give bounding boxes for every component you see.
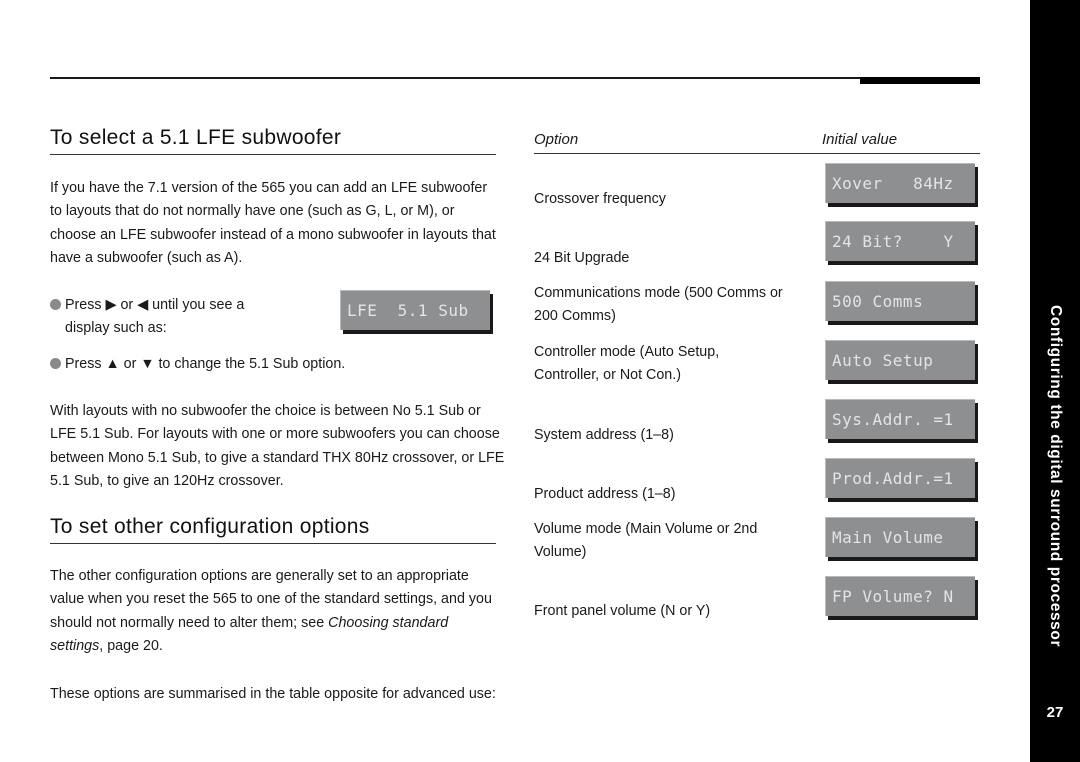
table-row-option: Controller mode (Auto Setup, Controller,… xyxy=(534,344,720,383)
bullet-step-2-text: Press ▲ or ▼ to change the 5.1 Sub optio… xyxy=(65,356,346,372)
table-row-option: Volume mode (Main Volume or 2nd Volume) xyxy=(534,521,758,560)
top-rule-accent xyxy=(860,77,980,84)
lcd-display-value: Main Volume xyxy=(825,517,975,557)
bullet-step-1-text-cont: display such as: xyxy=(65,320,167,337)
bullet-step-1: Press ▶ or ◀ until you see a display suc… xyxy=(50,294,320,341)
top-rule xyxy=(50,77,980,79)
table-row-option: Communications mode (500 Comms or 200 Co… xyxy=(534,285,783,324)
table-row-option: Crossover frequency xyxy=(534,191,666,207)
intro-paragraph: If you have the 7.1 version of the 565 y… xyxy=(50,180,496,266)
lcd-display-example: LFE 5.1 Sub xyxy=(340,290,490,330)
lcd-display-value: Auto Setup xyxy=(825,340,975,380)
summary-paragraph: These options are summarised in the tabl… xyxy=(50,686,496,702)
table-header-option: Option xyxy=(534,131,579,148)
chapter-title: Configuring the digital surround process… xyxy=(1047,305,1064,648)
lcd-display-value: 500 Comms xyxy=(825,281,975,321)
table-row-option: 24 Bit Upgrade xyxy=(534,250,630,266)
table-row-option: Product address (1–8) xyxy=(534,486,676,502)
lcd-display-value: 24 Bit? Y xyxy=(825,221,975,261)
bullet-dot xyxy=(50,299,61,310)
lcd-display-value: FP Volume? N xyxy=(825,576,975,616)
lcd-display-value: Xover 84Hz xyxy=(825,163,975,203)
bullet-step-1-text: Press ▶ or ◀ until you see a xyxy=(65,297,245,313)
bullet-dot xyxy=(50,358,61,369)
table-header-initial-value: Initial value xyxy=(822,131,898,148)
lcd-display-value: Sys.Addr. =1 xyxy=(825,399,975,439)
table-row-option: System address (1–8) xyxy=(534,427,674,443)
table-row-option: Front panel volume (N or Y) xyxy=(534,603,711,619)
table-header-rule xyxy=(534,153,980,154)
subwoofer-note-paragraph: With layouts with no subwoofer the choic… xyxy=(50,403,505,489)
lcd-display-value: Prod.Addr.=1 xyxy=(825,458,975,498)
bullet-step-2: Press ▲ or ▼ to change the 5.1 Sub optio… xyxy=(50,353,500,376)
section-heading-config: To set other configuration options xyxy=(50,515,370,538)
page-number: 27 xyxy=(1046,704,1064,721)
heading-rule xyxy=(50,543,496,544)
heading-rule xyxy=(50,154,496,155)
config-paragraph-end: , page 20. xyxy=(99,637,163,654)
config-paragraph: The other configuration options are gene… xyxy=(50,565,505,658)
section-heading-lfe: To select a 5.1 LFE subwoofer xyxy=(50,126,342,149)
